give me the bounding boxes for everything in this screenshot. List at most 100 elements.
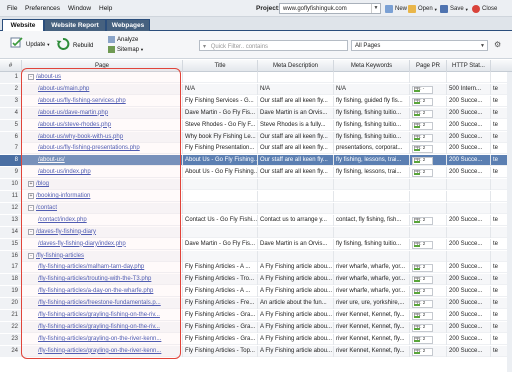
vertical-scrollbar[interactable] [507,72,512,372]
col-meta-description[interactable]: Meta Description [258,60,334,72]
table-row[interactable]: 21/fly-fishing-articles/grayling-fishing… [0,310,512,321]
page-url-link[interactable]: /fly-fishing-articles/freestone-fundamen… [38,300,161,306]
page-url-link[interactable]: /about-us [36,74,61,80]
menu-window[interactable]: Window [68,5,91,12]
page-url-link[interactable]: /about-us/why-book-with-us.php [38,134,123,140]
table-row[interactable]: 10 +/blog [0,179,512,191]
col-page[interactable]: Page [22,60,183,72]
col-number[interactable]: # [0,60,22,72]
collapse-icon[interactable]: - [28,252,34,259]
table-row[interactable]: 20/fly-fishing-articles/freestone-fundam… [0,298,512,310]
table-row[interactable]: 17/fly-fishing-articles/malham-tarn-day.… [0,262,512,274]
menu-help[interactable]: Help [99,5,112,12]
table-row[interactable]: 16-/fly-fishing-articles [0,250,512,262]
pages-select[interactable]: All Pages ▼ [351,40,488,51]
table-row[interactable]: 7/about-us/fly-fishing-presentations.php… [0,143,512,155]
page-url-link[interactable]: /about-us/steve-rhodes.php [38,122,111,128]
tab-website-report[interactable]: Website Report [44,19,106,31]
page-url-link[interactable]: /fly-fishing-articles/a-day-on-the-wharf… [38,288,153,294]
table-row[interactable]: 24/fly-fishing-articles/grayling-on-the-… [0,345,512,357]
project-select[interactable]: www.goflyfishinguk.com ▼ [279,3,381,14]
table-row[interactable]: 2/about-us/main.php N/A N/A N/A PR: -500 Int… [0,83,512,95]
table-row[interactable]: 19/fly-fishing-articles/a-day-on-the-wha… [0,286,512,298]
collapse-icon[interactable]: - [28,228,34,235]
row-page-pr [410,72,447,83]
page-url-link[interactable]: /booking-information [36,193,90,199]
row-http-status: 200 Succe... [447,298,491,310]
page-url-link[interactable]: /daves-fly-fishing-diary [36,229,96,235]
page-url-link[interactable]: /about-us/index.php [38,169,91,175]
page-url-link[interactable]: /daves-fly-fishing-diary/index.php [38,241,126,247]
table-row[interactable]: 4/about-us/dave-martin.php Dave Martin - … [0,107,512,119]
analyze-button[interactable]: Analyze [108,36,138,43]
page-url-link[interactable]: /about-us/dave-martin.php [38,110,108,116]
update-button[interactable]: Update ▼ [10,36,50,49]
open-button[interactable]: Open ▼ [408,4,438,14]
row-http-status [447,72,491,83]
rebuild-button[interactable]: Rebuild [56,37,93,51]
page-url-link[interactable]: /about-us/ [38,157,65,163]
expand-icon[interactable]: + [28,193,34,199]
table-row[interactable]: 6/about-us/why-book-with-us.php Why book … [0,131,512,143]
page-url-link[interactable]: /fly-fishing-articles/grayling-on-the-ri… [38,336,161,342]
table-row[interactable]: 23/fly-fishing-articles/grayling-on-the-… [0,333,512,345]
page-url-link[interactable]: /fly-fishing-articles/grayling-on-the-ri… [38,348,161,354]
collapse-icon[interactable]: - [28,204,34,211]
table-row[interactable]: 1-/about-us [0,72,512,83]
collapse-icon[interactable]: - [28,74,34,80]
row-page-pr: PR: 2 [410,274,447,286]
col-extra[interactable] [491,60,512,72]
menu-preferences[interactable]: Preferences [25,5,60,12]
page-url-link[interactable]: /about-us/fly-fishing-services.php [38,98,126,104]
tab-website[interactable]: Website [2,19,44,31]
table-row[interactable]: 3/about-us/fly-fishing-services.php Fly F… [0,95,512,107]
page-url-link[interactable]: /blog [36,181,49,187]
table-row[interactable]: 15/daves-fly-fishing-diary/index.php Dave… [0,238,512,250]
close-button[interactable]: Close [472,4,497,14]
save-button[interactable]: Save ▼ [440,4,469,14]
table-row[interactable]: 9/about-us/index.php About Us - Go Fly Fi… [0,167,512,179]
row-title: Dave Martin - Go Fly Fis... [183,107,258,119]
page-url-link[interactable]: /fly-fishing-articles/grayling-fishing-o… [38,312,160,318]
row-number: 5 [0,119,22,131]
table-row[interactable]: 22/fly-fishing-articles/grayling-fishing… [0,321,512,333]
table-row[interactable]: 13/contact/index.php Contact Us - Go Fly … [0,214,512,226]
col-meta-keywords[interactable]: Meta Keywords [334,60,410,72]
page-url-link[interactable]: /fly-fishing-articles/malham-tarn-day.ph… [38,264,144,270]
table-row[interactable]: 8/about-us/About Us - Go Fly Fishing... O… [0,155,512,167]
row-meta-description [258,191,334,202]
table-row[interactable]: 12-/contact [0,202,512,214]
row-title [183,191,258,202]
row-title: Fly Fishing Articles - A ... [183,262,258,274]
row-number: 12 [0,202,22,214]
page-url-link[interactable]: /fly-fishing-articles [36,253,84,259]
table-row[interactable]: 18/fly-fishing-articles/trouting-with-th… [0,274,512,286]
col-http-status[interactable]: HTTP Stat... [447,60,491,72]
page-url-link[interactable]: /fly-fishing-articles/grayling-fishing-o… [38,324,160,330]
row-meta-description: A Fly Fishing article abou... [258,333,334,345]
table-row[interactable]: 5/about-us/steve-rhodes.php Steve Rhodes … [0,119,512,131]
page-url-link[interactable]: /about-us/fly-fishing-presentations.php [38,145,140,151]
table-row[interactable]: 11 +/booking-information [0,191,512,202]
row-page: /about-us/fly-fishing-services.php [22,95,183,107]
chevron-down-icon[interactable]: ▼ [371,4,380,13]
col-title[interactable]: Title [183,60,258,72]
row-meta-description: A Fly Fishing article abou... [258,321,334,333]
table-row[interactable]: 14-/daves-fly-fishing-diary [0,226,512,238]
row-page-pr: PR: 2 [410,167,447,179]
menu-file[interactable]: File [7,5,17,12]
row-page-pr: PR: 2 [410,298,447,310]
filter-dropdown-icon[interactable]: ▾ [203,44,206,50]
page-url-link[interactable]: /fly-fishing-articles/trouting-with-the-… [38,276,151,282]
new-button[interactable]: New [385,4,407,14]
col-page-pr[interactable]: Page PR [410,60,447,72]
pagerank-bar [414,280,420,283]
page-url-link[interactable]: /about-us/main.php [38,86,89,92]
page-url-link[interactable]: /contact [36,205,57,211]
sitemap-button[interactable]: Sitemap ▼ [108,46,144,53]
gear-icon[interactable]: ⚙ [494,40,504,50]
tab-webpages[interactable]: Webpages [106,19,150,31]
expand-icon[interactable]: + [28,181,34,188]
page-url-link[interactable]: /contact/index.php [38,217,87,223]
quick-filter-input[interactable]: ▾ Quick Filter.. contains [199,40,348,51]
